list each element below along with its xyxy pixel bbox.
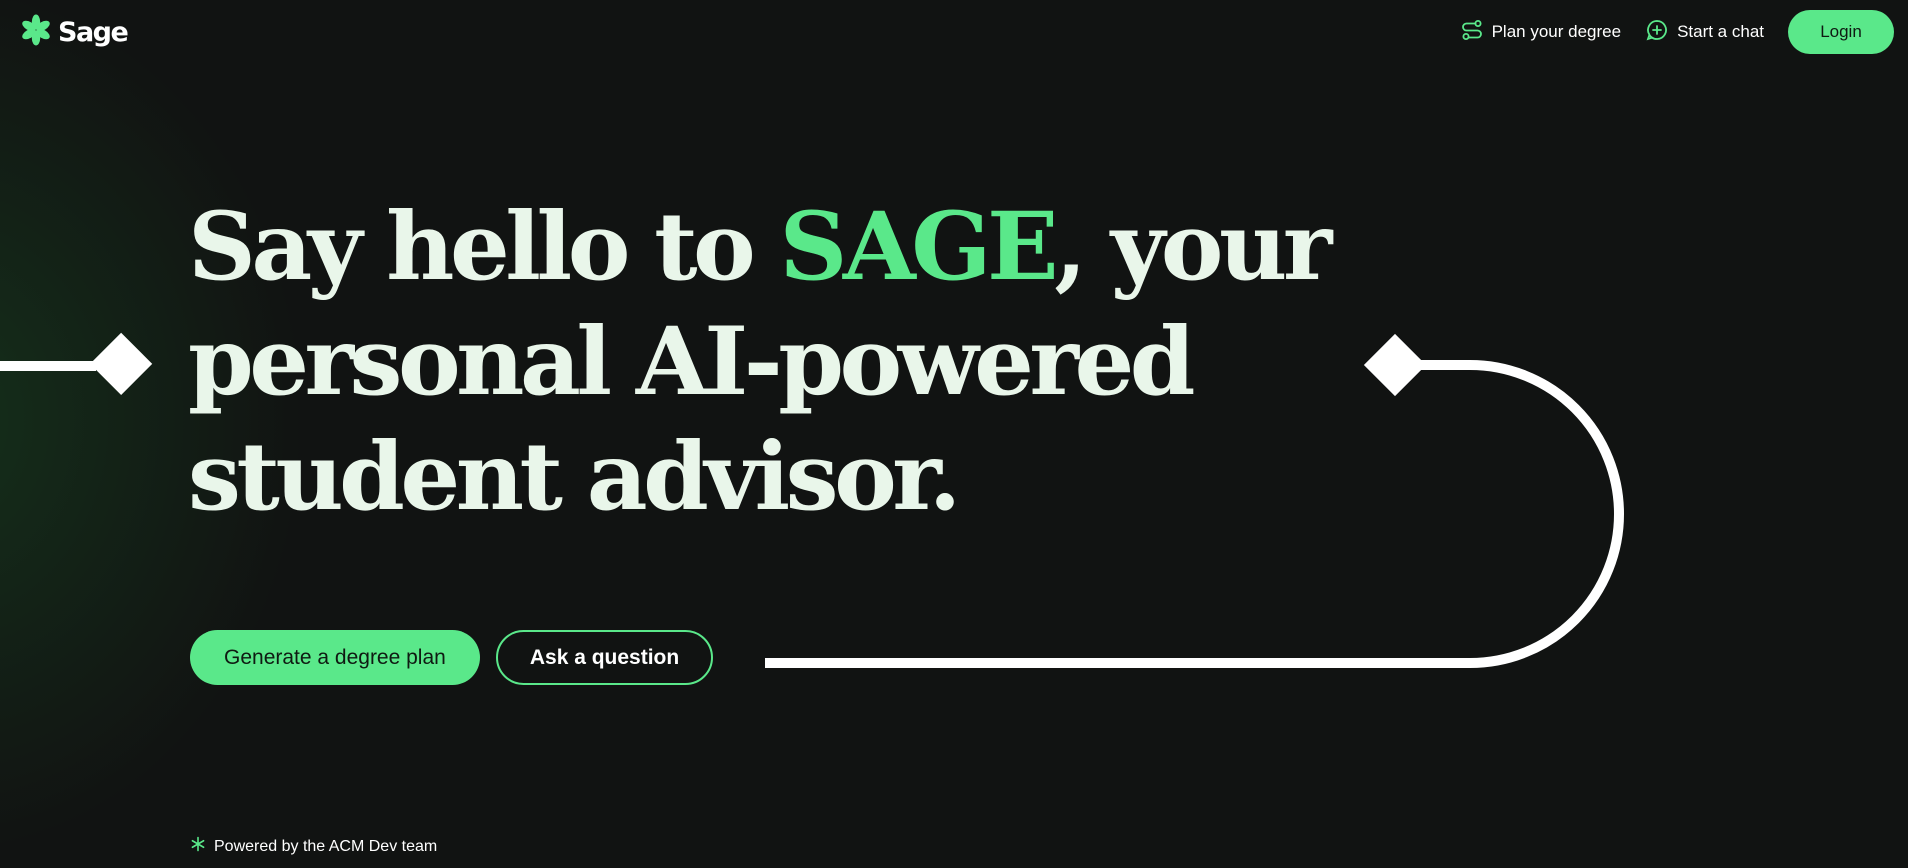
asterisk-icon [190,836,206,857]
login-button[interactable]: Login [1788,10,1894,54]
top-nav: Plan your degree Start a chat Login [1461,10,1894,54]
nav-start-chat[interactable]: Start a chat [1646,19,1764,46]
ask-question-button[interactable]: Ask a question [495,630,714,685]
headline-accent: SAGE [779,192,1058,302]
hero-headline: Say hello to SAGE, your personal AI-powe… [188,190,1388,535]
asterisk-flower-icon [20,14,52,51]
route-icon [1461,19,1483,46]
chat-plus-icon [1646,19,1668,46]
headline-intro: Say hello to [188,192,780,302]
nav-plan-label: Plan your degree [1491,22,1622,41]
logo-link[interactable]: Sage [20,14,129,51]
powered-by: Powered by the ACM Dev team [190,836,437,857]
logo-text: Sage [58,16,129,48]
generate-degree-plan-button[interactable]: Generate a degree plan [190,630,480,685]
powered-by-text: Powered by the ACM Dev team [214,837,438,855]
left-diamond-icon [90,332,153,395]
nav-plan-your-degree[interactable]: Plan your degree [1461,19,1621,46]
cta-row: Generate a degree plan Ask a question [190,630,714,685]
left-line [0,361,96,371]
nav-chat-label: Start a chat [1677,22,1764,41]
